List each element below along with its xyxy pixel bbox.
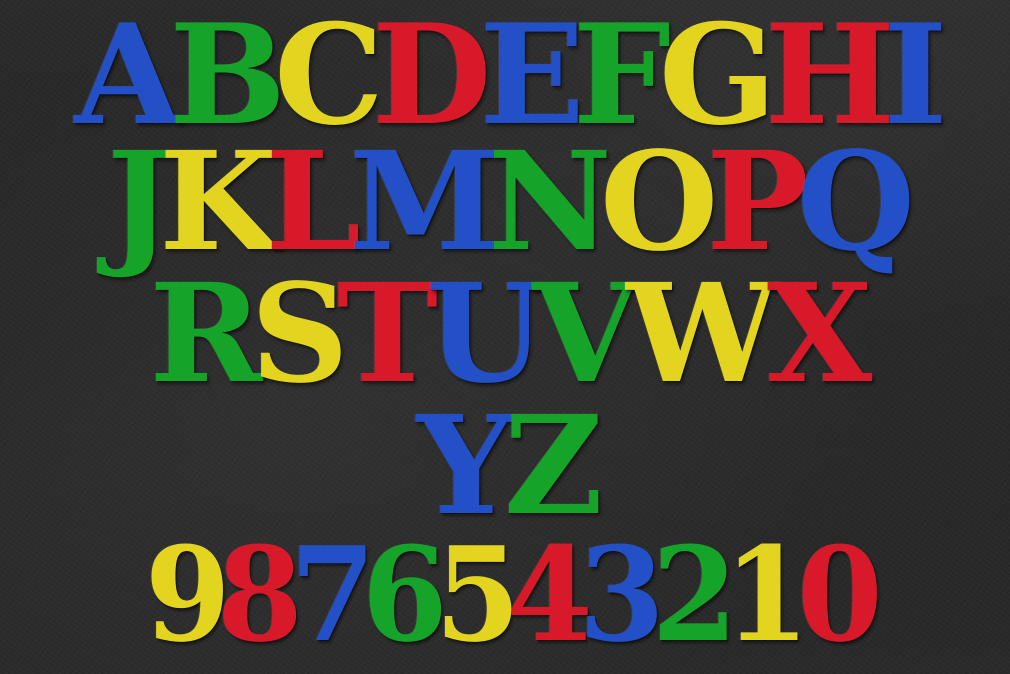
letter-u: U [426, 254, 545, 414]
letter-k: K [159, 122, 277, 282]
digit-9: 9 [144, 518, 230, 671]
letter-l: L [265, 122, 361, 282]
digit-2: 2 [651, 518, 738, 671]
digit-3: 3 [579, 518, 665, 671]
digit-8: 8 [216, 518, 303, 671]
digit-6: 6 [361, 518, 448, 671]
letter-row-y-z: Y Z [0, 398, 1010, 534]
letter-o: O [599, 122, 719, 282]
chalkboard-background: A B C D E F G H I J K L M N O P Q R S T … [0, 0, 1010, 674]
letter-row-r-to-x: R S T U V W X [0, 266, 1010, 402]
letter-w: W [626, 254, 779, 414]
letter-m: M [349, 122, 500, 282]
digit-4: 4 [506, 518, 593, 671]
digit-0: 0 [796, 518, 883, 671]
letter-x: X [766, 254, 872, 414]
letter-q: Q [796, 122, 916, 282]
letter-t: T [336, 254, 438, 414]
digit-7: 7 [289, 518, 375, 671]
digit-5: 5 [434, 518, 520, 671]
letter-y: Y [416, 386, 514, 546]
letter-s: S [250, 254, 349, 414]
letter-j: J [106, 122, 171, 282]
letter-n: N [487, 122, 612, 282]
digit-row-9-to-0: 9 8 7 6 5 4 3 2 1 0 [0, 530, 1010, 660]
digit-1: 1 [724, 518, 810, 671]
letter-row-j-to-q: J K L M N O P Q [0, 134, 1010, 270]
letter-r: R [149, 254, 263, 414]
letter-p: P [706, 122, 808, 282]
letter-v: V [532, 254, 638, 414]
letter-z: Z [503, 386, 603, 546]
